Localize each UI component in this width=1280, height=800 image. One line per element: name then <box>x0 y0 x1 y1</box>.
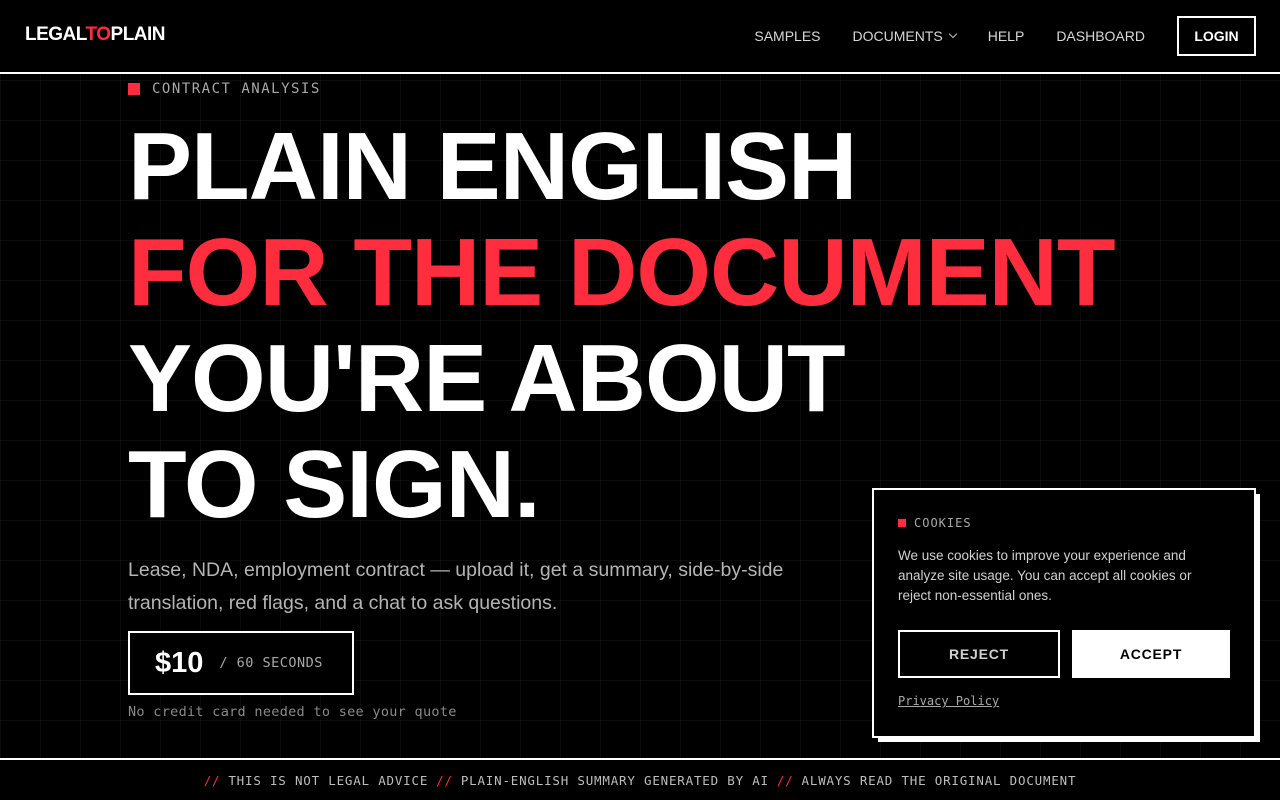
disclaimer-item: ALWAYS READ THE ORIGINAL DOCUMENT <box>801 772 1077 788</box>
logo-part-to: TO <box>85 24 111 45</box>
headline-line-2: FOR THE DOCUMENT <box>128 219 1116 326</box>
cookie-header: COOKIES <box>898 516 972 530</box>
main-nav: SAMPLES DOCUMENTS HELP DASHBOARD LOGIN <box>754 16 1256 56</box>
headline-line-3: YOU'RE ABOUT <box>128 325 846 432</box>
cookie-title: COOKIES <box>914 516 972 530</box>
cookie-modal: COOKIES We use cookies to improve your e… <box>872 488 1256 738</box>
chevron-down-icon <box>948 29 957 39</box>
disclaimer-item: PLAIN-ENGLISH SUMMARY GENERATED BY AI <box>460 772 769 788</box>
hero-headline: PLAIN ENGLISH FOR THE DOCUMENT YOU'RE AB… <box>128 113 1116 538</box>
kicker-label: CONTRACT ANALYSIS <box>152 81 321 97</box>
nav-samples-label: SAMPLES <box>754 28 821 44</box>
nav-help[interactable]: HELP <box>988 28 1025 44</box>
logo[interactable]: LEGALTOPLAIN <box>25 24 166 46</box>
red-square-icon <box>128 83 140 95</box>
separator: // <box>776 772 794 788</box>
reject-button[interactable]: REJECT <box>898 630 1060 678</box>
headline-line-1: PLAIN ENGLISH <box>128 113 857 220</box>
hero-subtitle: Lease, NDA, employment contract — upload… <box>128 559 784 614</box>
cookie-message: We use cookies to improve your experienc… <box>898 548 1192 603</box>
site-header: LEGALTOPLAIN SAMPLES DOCUMENTS HELP DASH… <box>0 0 1280 74</box>
nav-documents-label: DOCUMENTS <box>852 28 943 44</box>
nav-help-label: HELP <box>987 28 1025 44</box>
separator: // <box>203 772 221 788</box>
disclaimer-bar: // THIS IS NOT LEGAL ADVICE // PLAIN-ENG… <box>0 758 1280 800</box>
separator: // <box>436 772 453 788</box>
login-button[interactable]: LOGIN <box>1177 16 1256 56</box>
nav-samples[interactable]: SAMPLES <box>754 28 820 44</box>
red-square-icon <box>898 519 906 527</box>
logo-part-legal: LEGAL <box>25 24 86 45</box>
nav-dashboard[interactable]: DASHBOARD <box>1056 28 1145 44</box>
section-kicker: CONTRACT ANALYSIS <box>128 81 321 97</box>
accept-button[interactable]: ACCEPT <box>1072 630 1230 678</box>
quote-note: No credit card needed to see your quote <box>128 704 457 720</box>
logo-part-plain: PLAIN <box>110 24 166 45</box>
price-box: $10 / 60 SECONDS <box>128 631 354 695</box>
nav-documents[interactable]: DOCUMENTS <box>852 28 957 44</box>
price-unit: / 60 SECONDS <box>219 655 323 671</box>
price-value: $10 <box>155 646 204 679</box>
disclaimer-item: THIS IS NOT LEGAL ADVICE <box>228 772 429 788</box>
privacy-policy-link[interactable]: Privacy Policy <box>898 694 999 708</box>
nav-dashboard-label: DASHBOARD <box>1056 28 1145 44</box>
